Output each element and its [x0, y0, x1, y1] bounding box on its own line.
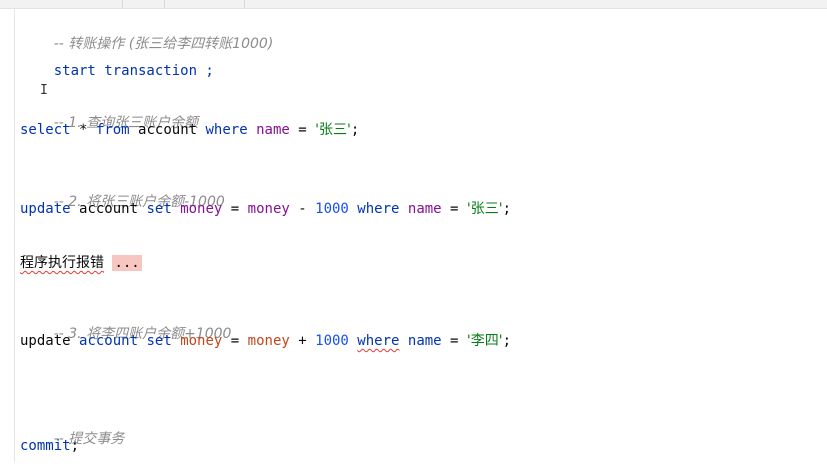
code-line-update-zhangsan[interactable]: update account set money = money - 1000 … [20, 199, 511, 219]
plus-operator: + [298, 333, 307, 349]
code-line-comment-1[interactable]: -- 1. 查询张三账户余额 [20, 93, 198, 131]
semicolon: ; [502, 201, 512, 217]
where-keyword: where [357, 201, 400, 217]
money-column: money [247, 333, 290, 349]
update-keyword: update [20, 201, 71, 217]
set-keyword: set [146, 333, 172, 349]
update-keyword: update [20, 333, 71, 349]
name-column: name [407, 201, 442, 217]
where-keyword: where [357, 333, 400, 349]
tab-separator [244, 0, 245, 8]
string-lisi: '李四' [466, 333, 503, 349]
equals-operator: = [298, 122, 307, 138]
select-keyword: select [20, 122, 71, 138]
string-zhangsan: '张三' [315, 122, 351, 138]
semicolon: ; [502, 333, 512, 349]
code-line-select[interactable]: select * from account where name = '张三'; [20, 120, 359, 140]
gutter-divider [14, 8, 15, 462]
equals-operator: = [230, 201, 240, 217]
minus-operator: - [298, 201, 307, 217]
tab-separator [122, 0, 123, 8]
select-star: * [79, 122, 88, 138]
from-keyword: from [95, 122, 130, 138]
number-1000: 1000 [315, 201, 349, 217]
string-zhangsan: '张三' [466, 201, 503, 217]
number-1000: 1000 [315, 333, 349, 349]
semicolon: ; [350, 122, 360, 138]
code-line-comment-commit[interactable]: -- 提交事务 [20, 409, 125, 447]
code-line-error[interactable]: 程序执行报错 ... [20, 253, 142, 273]
start-transaction-statement: start transaction ; [53, 63, 214, 79]
semicolon: ; [70, 438, 80, 454]
code-line-commit[interactable]: commit; [20, 436, 79, 456]
table-account: account [79, 201, 139, 217]
equals-operator: = [230, 333, 240, 349]
name-column: name [407, 333, 442, 349]
tab-separator [164, 0, 165, 8]
money-column: money [247, 201, 290, 217]
code-line-update-lisi[interactable]: update account set money = money + 1000 … [20, 331, 511, 351]
equals-operator: = [450, 201, 459, 217]
table-account: account [138, 122, 198, 138]
where-keyword: where [205, 122, 248, 138]
table-account: account [79, 333, 139, 349]
name-column: name [256, 122, 290, 138]
error-dots: ... [112, 255, 142, 271]
commit-keyword: commit [20, 438, 71, 454]
equals-operator: = [450, 333, 459, 349]
code-line-start-transaction[interactable]: start transaction ; [20, 41, 214, 79]
money-column: money [180, 201, 223, 217]
error-text: 程序执行报错 [20, 255, 104, 271]
set-keyword: set [146, 201, 172, 217]
sql-editor[interactable]: I -- 转账操作 (张三给李四转账1000) start transactio… [0, 0, 827, 462]
code-line-comment-2[interactable]: -- 2. 将张三账户余额-1000 [20, 172, 225, 210]
code-line-comment-3[interactable]: -- 3. 将李四账户余额+1000 [20, 304, 232, 342]
money-column: money [180, 333, 223, 349]
editor-tab-bar [0, 0, 827, 9]
code-line-comment-transfer[interactable]: -- 转账操作 (张三给李四转账1000) [20, 14, 274, 52]
